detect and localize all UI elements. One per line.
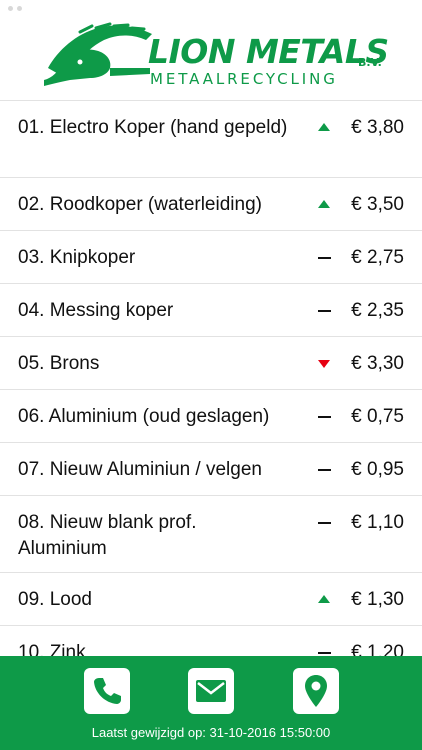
price-row[interactable]: 09. Lood € 1,30: [0, 573, 422, 626]
phone-icon: [94, 678, 121, 704]
metal-price: € 3,50: [351, 194, 404, 215]
brand-logo: LION METALS B.V. METAALRECYCLING: [40, 18, 389, 98]
header: LION METALS B.V. METAALRECYCLING: [0, 0, 422, 100]
price-row[interactable]: 07. Nieuw Aluminiun / velgen € 0,95: [0, 443, 422, 496]
trend-down-icon: [318, 360, 332, 370]
metal-price: € 1,20: [351, 642, 404, 657]
trend-up-icon: [318, 595, 332, 605]
trend-unchanged-icon: [318, 412, 332, 422]
price-row[interactable]: 06. Aluminium (oud geslagen) € 0,75: [0, 390, 422, 443]
trend-unchanged-icon: [318, 306, 332, 316]
metal-name: 01. Electro Koper (hand gepeld): [18, 117, 288, 138]
price-row[interactable]: 05. Brons € 3,30: [0, 337, 422, 390]
brand-suffix: B.V.: [358, 56, 382, 69]
price-row[interactable]: 01. Electro Koper (hand gepeld) € 3,80: [0, 101, 422, 178]
price-row[interactable]: 08. Nieuw blank prof. Aluminium € 1,10: [0, 496, 422, 573]
call-button[interactable]: [84, 668, 130, 714]
trend-up-icon: [318, 200, 332, 210]
map-pin-icon: [305, 675, 327, 707]
trend-unchanged-icon: [318, 253, 332, 263]
price-row[interactable]: 03. Knipkoper € 2,75: [0, 231, 422, 284]
last-modified-label: Laatst gewijzigd op: 31-10-2016 15:50:00: [91, 725, 331, 740]
metal-name: 07. Nieuw Aluminiun / velgen: [18, 459, 262, 480]
trend-unchanged-icon: [318, 518, 332, 528]
price-list: 01. Electro Koper (hand gepeld) € 3,80 0…: [0, 100, 422, 657]
metal-price: € 1,30: [351, 589, 404, 610]
metal-price: € 2,75: [351, 247, 404, 268]
trend-up-icon: [318, 123, 332, 133]
location-button[interactable]: [293, 668, 339, 714]
metal-name: 06. Aluminium (oud geslagen): [18, 406, 270, 427]
metal-name: 09. Lood: [18, 589, 92, 610]
trend-unchanged-icon: [318, 465, 332, 475]
metal-name: 03. Knipkoper: [18, 247, 136, 268]
brand-name: LION METALS: [148, 32, 389, 71]
price-row[interactable]: 02. Roodkoper (waterleiding) € 3,50: [0, 178, 422, 231]
lion-logo-icon: [44, 22, 152, 86]
metal-name: 04. Messing koper: [18, 300, 174, 321]
metal-name: 05. Brons: [18, 353, 100, 374]
price-row[interactable]: 10. Zink € 1,20: [0, 626, 422, 657]
price-row[interactable]: 04. Messing koper € 2,35: [0, 284, 422, 337]
metal-price: € 2,35: [351, 300, 404, 321]
metal-name: 10. Zink: [18, 642, 86, 657]
metal-price: € 3,80: [351, 117, 404, 138]
metal-name: 08. Nieuw blank prof. Aluminium: [18, 512, 197, 559]
footer-bar: Laatst gewijzigd op: 31-10-2016 15:50:00: [0, 656, 422, 750]
email-button[interactable]: [188, 668, 234, 714]
metal-price: € 3,30: [351, 353, 404, 374]
metal-name: 02. Roodkoper (waterleiding): [18, 194, 262, 215]
mail-icon: [196, 680, 226, 702]
brand-tagline: METAALRECYCLING: [150, 70, 338, 88]
metal-price: € 1,10: [351, 512, 404, 533]
metal-price: € 0,95: [351, 459, 404, 480]
metal-price: € 0,75: [351, 406, 404, 427]
